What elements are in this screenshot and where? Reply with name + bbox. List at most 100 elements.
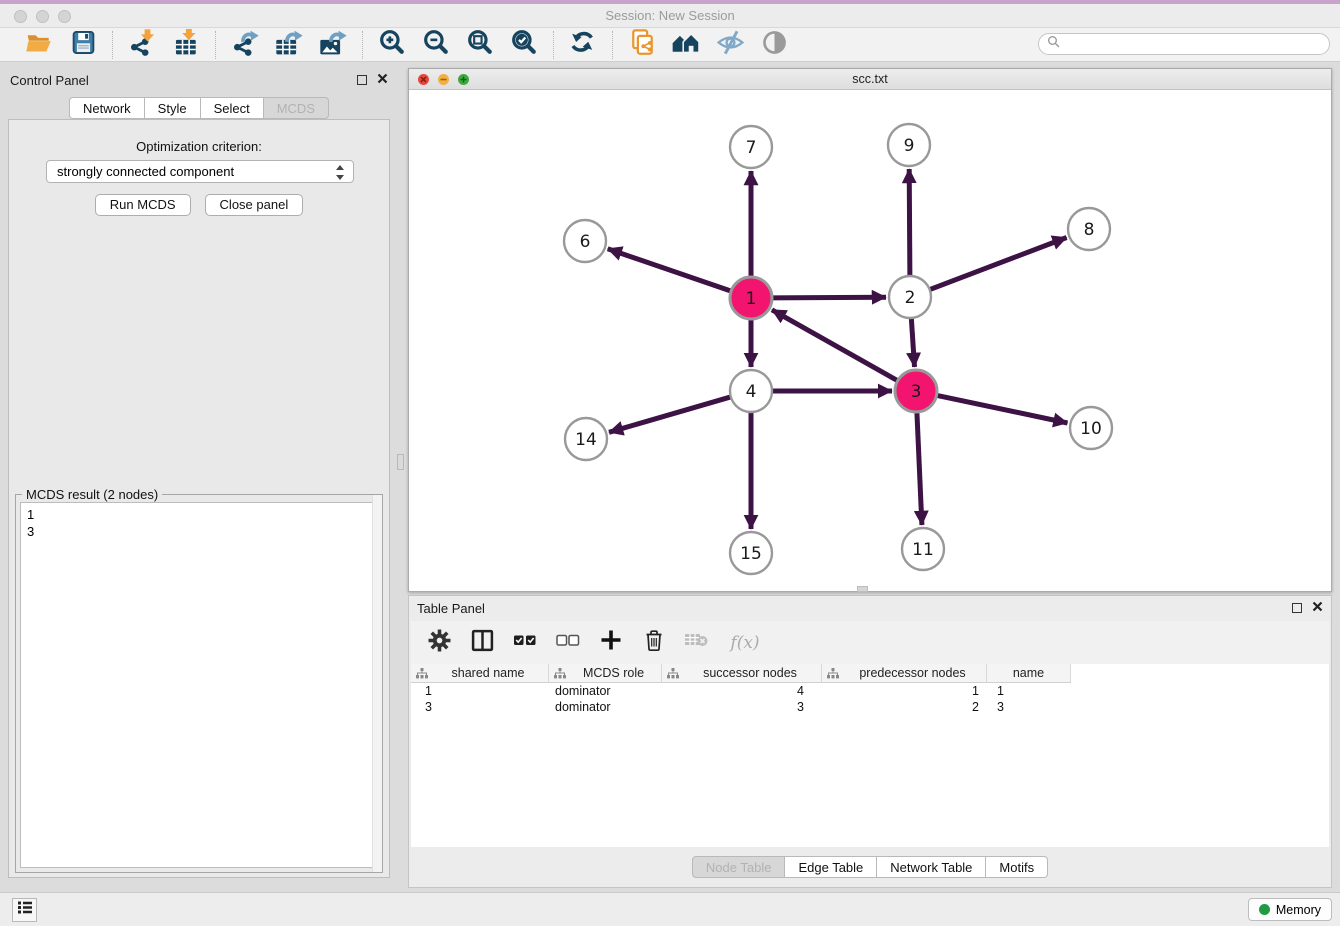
column-header-name[interactable]: name (987, 664, 1071, 683)
graph-edge-2-3[interactable] (911, 316, 914, 367)
table-panel-title: Table Panel (417, 601, 485, 616)
panel-splitter-handle[interactable] (397, 454, 404, 470)
add-row-button[interactable] (599, 631, 623, 655)
criterion-dropdown[interactable]: strongly connected component (46, 160, 354, 183)
table-tab-motifs[interactable]: Motifs (986, 856, 1048, 878)
mcds-result-textarea[interactable]: 1 3 (20, 502, 378, 868)
table-tab-edge-table[interactable]: Edge Table (785, 856, 877, 878)
table-tab-network-table[interactable]: Network Table (877, 856, 986, 878)
zoom-out-button[interactable] (421, 31, 451, 59)
table-cell[interactable]: 2 (822, 700, 987, 714)
tab-mcds[interactable]: MCDS (264, 97, 329, 119)
table-cell[interactable]: 3 (987, 700, 1071, 714)
search-input[interactable] (1064, 35, 1329, 53)
graph-edge-2-8[interactable] (928, 238, 1067, 291)
minimize-window-button[interactable] (36, 10, 49, 23)
table-row[interactable]: 1dominator411 (411, 683, 1329, 699)
graph-edge-1-2[interactable] (770, 297, 886, 298)
graph-node-1[interactable]: 1 (730, 277, 772, 319)
close-window-button[interactable] (14, 10, 27, 23)
network-minimize-icon[interactable] (438, 74, 449, 85)
clear-all-checks-button[interactable] (556, 631, 580, 655)
graph-node-11[interactable]: 11 (902, 528, 944, 570)
column-header-shared-name[interactable]: shared name (411, 664, 549, 683)
export-network-button[interactable] (230, 31, 260, 59)
table-tab-node-table[interactable]: Node Table (692, 856, 786, 878)
network-canvas[interactable]: 1 2 3 4 6 7 8 9 10 11 14 15 (409, 90, 1331, 591)
table-cell[interactable]: 1 (822, 684, 987, 698)
hide-graphics-details-button[interactable] (715, 31, 745, 59)
export-image-button[interactable] (318, 31, 348, 59)
search-box[interactable] (1038, 33, 1330, 55)
duplicate-network-button[interactable] (627, 31, 657, 59)
open-file-button[interactable] (24, 31, 54, 59)
table-cell[interactable]: 3 (411, 700, 549, 714)
graph-node-9[interactable]: 9 (888, 124, 930, 166)
graph-node-10[interactable]: 10 (1070, 407, 1112, 449)
graph-edge-1-6[interactable] (608, 249, 733, 292)
float-panel-icon[interactable] (357, 75, 367, 85)
graph-node-14[interactable]: 14 (565, 418, 607, 460)
graph-node-2[interactable]: 2 (889, 276, 931, 318)
zoom-window-button[interactable] (58, 10, 71, 23)
graph-edge-2-9[interactable] (909, 169, 910, 278)
tab-style[interactable]: Style (145, 97, 201, 119)
graph-node-8[interactable]: 8 (1068, 208, 1110, 250)
memory-button[interactable]: Memory (1248, 898, 1332, 921)
table-cell[interactable]: 4 (662, 684, 822, 698)
run-mcds-button[interactable]: Run MCDS (95, 194, 191, 216)
status-bar: Memory (0, 892, 1340, 926)
table-cell[interactable]: 1 (411, 684, 549, 698)
tab-network[interactable]: Network (69, 97, 145, 119)
apply-layout-button[interactable] (671, 31, 701, 59)
graph-edge-3-11[interactable] (917, 410, 922, 525)
show-graphics-details-button[interactable] (759, 31, 789, 59)
zoom-selected-button[interactable] (509, 31, 539, 59)
control-panel-title: Control Panel (10, 73, 89, 88)
tab-select[interactable]: Select (201, 97, 264, 119)
table-row[interactable]: 3dominator323 (411, 699, 1329, 715)
table-cell[interactable]: 3 (662, 700, 822, 714)
network-graph[interactable]: 1 2 3 4 6 7 8 9 10 11 14 15 (409, 90, 1331, 591)
svg-text:9: 9 (904, 136, 915, 156)
refresh-layout-button[interactable] (568, 31, 598, 59)
column-header-successor-nodes[interactable]: successor nodes (662, 664, 822, 683)
graph-node-3[interactable]: 3 (895, 370, 937, 412)
mcds-result-scrollbar[interactable] (372, 495, 382, 872)
function-builder-button: f(x) (728, 631, 762, 655)
import-table-button[interactable] (171, 31, 201, 59)
svg-text:8: 8 (1084, 220, 1095, 240)
delete-row-button[interactable] (642, 631, 666, 655)
table-cell[interactable]: 1 (987, 684, 1071, 698)
graph-edge-4-14[interactable] (609, 396, 733, 432)
column-header-predecessor-nodes[interactable]: predecessor nodes (822, 664, 987, 683)
save-session-button[interactable] (68, 31, 98, 59)
export-table-button[interactable] (274, 31, 304, 59)
network-maximize-icon[interactable] (458, 74, 469, 85)
select-all-checks-button[interactable] (513, 631, 537, 655)
table-cell[interactable]: dominator (549, 700, 662, 714)
svg-text:6: 6 (580, 232, 591, 252)
graph-node-6[interactable]: 6 (564, 220, 606, 262)
column-header-MCDS-role[interactable]: MCDS role (549, 664, 662, 683)
close-table-panel-icon[interactable] (1312, 600, 1323, 615)
import-network-button[interactable] (127, 31, 157, 59)
close-panel-icon[interactable] (377, 72, 388, 87)
network-resize-grip[interactable] (857, 586, 868, 592)
graph-node-15[interactable]: 15 (730, 532, 772, 574)
column-browser-button[interactable] (470, 631, 494, 655)
zoom-fit-button[interactable] (465, 31, 495, 59)
graph-edge-3-1[interactable] (772, 310, 900, 382)
float-table-panel-icon[interactable] (1292, 603, 1302, 613)
svg-text:1: 1 (746, 289, 757, 309)
network-close-icon[interactable] (418, 74, 429, 85)
close-panel-button[interactable]: Close panel (205, 194, 304, 216)
table-cell[interactable]: dominator (549, 684, 662, 698)
graph-edge-3-10[interactable] (935, 395, 1068, 423)
network-window-titlebar[interactable]: scc.txt (409, 69, 1331, 90)
graph-node-4[interactable]: 4 (730, 370, 772, 412)
zoom-in-button[interactable] (377, 31, 407, 59)
graph-node-7[interactable]: 7 (730, 126, 772, 168)
column-settings-button[interactable] (427, 631, 451, 655)
task-history-button[interactable] (12, 898, 37, 922)
